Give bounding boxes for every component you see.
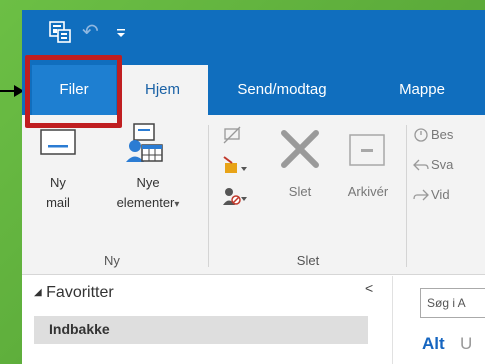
folder-inbox[interactable]: Indbakke <box>34 316 368 344</box>
pane-divider <box>392 276 393 364</box>
ribbon: Ny mail Nye elementer▾ Ny Slet Arkivér S… <box>22 115 485 275</box>
new-items-label-1: Nye <box>136 175 160 190</box>
send-receive-icon[interactable] <box>49 21 71 43</box>
respond-label-meeting: Bes <box>431 127 454 142</box>
new-items-button[interactable]: Nye elementer▾ <box>98 175 198 225</box>
group-separator <box>208 125 209 267</box>
search-input[interactable]: Søg i A <box>420 288 485 318</box>
new-mail-button[interactable]: Ny mail <box>32 175 84 225</box>
outlook-window: ↶ Filer Hjem Send/modtag Mappe Ny mail N… <box>22 10 485 364</box>
expand-triangle-icon: ◢ <box>34 287 42 298</box>
filter-unread-tab[interactable]: U <box>460 334 472 354</box>
new-mail-label-2: mail <box>46 195 70 210</box>
archive-icon <box>349 134 385 166</box>
highlight-box <box>25 55 122 128</box>
cleanup-icon[interactable] <box>222 155 248 177</box>
forward-icon <box>413 189 429 201</box>
tab-home[interactable]: Hjem <box>117 65 208 115</box>
tab-send-receive[interactable]: Send/modtag <box>217 65 347 115</box>
search-placeholder: Søg i A <box>427 296 466 310</box>
collapse-pane-icon[interactable]: < <box>365 280 373 296</box>
meeting-icon <box>414 128 428 142</box>
undo-icon[interactable]: ↶ <box>82 22 99 42</box>
tab-folder[interactable]: Mappe <box>387 65 457 115</box>
chevron-down-icon: ▾ <box>174 199 180 210</box>
filter-all-tab[interactable]: Alt <box>422 334 445 354</box>
junk-icon[interactable] <box>222 185 248 207</box>
group-separator <box>406 125 407 267</box>
new-items-icon <box>126 123 163 162</box>
group-label-new: Ny <box>104 253 120 268</box>
folder-inbox-label: Indbakke <box>49 321 110 337</box>
pointer-arrow <box>0 85 24 97</box>
delete-button[interactable]: Slet <box>278 184 322 200</box>
new-items-label-text: elementer <box>116 195 175 210</box>
new-mail-label-1: Ny <box>50 175 66 190</box>
favorites-label: Favoritter <box>46 284 114 301</box>
customize-qat-icon[interactable] <box>116 28 126 38</box>
archive-button[interactable]: Arkivér <box>336 184 400 200</box>
mail-icon <box>40 129 76 155</box>
respond-item-forward[interactable]: Vid <box>413 185 485 207</box>
respond-label-reply: Sva <box>431 157 454 172</box>
navigation-pane: ◢ Favoritter < Indbakke Søg i A Alt U <box>22 276 485 364</box>
reply-icon <box>413 159 429 171</box>
respond-item-meeting[interactable]: Bes <box>413 125 485 147</box>
respond-item-reply[interactable]: Sva <box>413 155 485 177</box>
new-items-label-2: elementer▾ <box>98 195 198 213</box>
favorites-header[interactable]: ◢ Favoritter <box>34 284 114 302</box>
group-label-delete: Slet <box>296 253 320 268</box>
respond-label-forward: Vid <box>431 187 450 202</box>
ignore-icon[interactable] <box>222 125 244 147</box>
delete-x-icon <box>281 130 319 168</box>
